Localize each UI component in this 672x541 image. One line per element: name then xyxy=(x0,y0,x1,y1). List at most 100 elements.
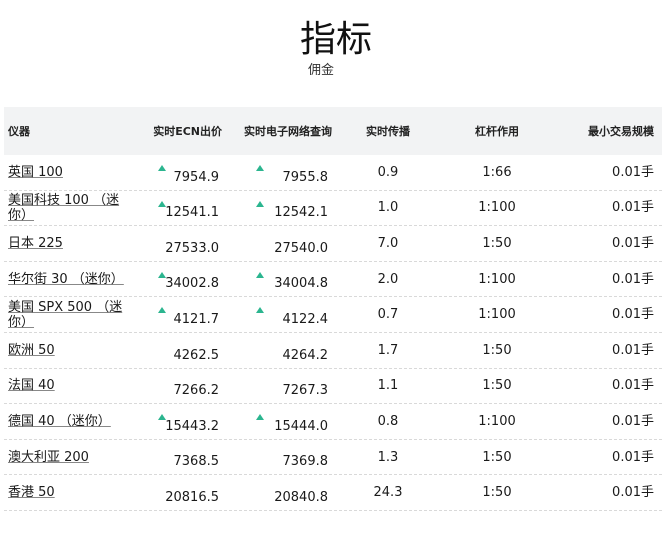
instrument-cell: 澳大利亚 200 xyxy=(4,450,134,465)
min-size-value: 0.01手 xyxy=(612,271,654,287)
instrument-link[interactable]: 澳大利亚 200 xyxy=(8,450,134,465)
min-size-value: 0.01手 xyxy=(612,342,654,358)
instrument-link[interactable]: 香港 50 xyxy=(8,485,134,500)
spread-value: 1.7 xyxy=(377,342,399,358)
min-size-value: 0.01手 xyxy=(612,235,654,251)
ask-cell: 15444.0 xyxy=(226,404,336,439)
instrument-cell: 美国科技 100 （迷你） xyxy=(4,193,134,223)
bid-cell: 7368.5 xyxy=(134,440,226,475)
instrument-link[interactable]: 华尔街 30 （迷你） xyxy=(8,272,134,287)
instrument-cell: 英国 100 xyxy=(4,165,134,180)
table-row: 日本 225 27533.0 27540.0 7.0 1:50 0.01手 xyxy=(4,226,662,262)
spread-value: 1.0 xyxy=(377,200,399,216)
instrument-link[interactable]: 英国 100 xyxy=(8,165,134,180)
bid-value: 4121.7 xyxy=(173,311,220,327)
up-arrow-icon xyxy=(158,165,166,171)
ask-cell: 12542.1 xyxy=(226,191,336,226)
bid-cell: 7954.9 xyxy=(134,155,226,190)
indices-table: 仪器 实时ECN出价 实时电子网络查询 实时传播 杠杆作用 最小交易规模 英国 … xyxy=(4,107,662,511)
spread-value: 1.3 xyxy=(377,449,399,465)
min-size-value: 0.01手 xyxy=(612,307,654,323)
col-header-ask: 实时电子网络查询 xyxy=(244,125,332,138)
instrument-link[interactable]: 欧洲 50 xyxy=(8,343,134,358)
table-row: 香港 50 20816.5 20840.8 24.3 1:50 0.01手 xyxy=(4,475,662,511)
instrument-cell: 日本 225 xyxy=(4,236,134,251)
ask-cell: 7955.8 xyxy=(226,155,336,190)
min-size-value: 0.01手 xyxy=(612,378,654,394)
leverage-value: 1:100 xyxy=(478,307,516,323)
bid-cell: 34002.8 xyxy=(134,262,226,297)
bid-cell: 12541.1 xyxy=(134,191,226,226)
instrument-link[interactable]: 德国 40 （迷你） xyxy=(8,414,134,429)
spread-value: 0.8 xyxy=(377,413,399,429)
bid-cell: 20816.5 xyxy=(134,475,226,510)
spread-value: 0.7 xyxy=(377,307,399,323)
table-row: 华尔街 30 （迷你） 34002.8 34004.8 2.0 1:100 0.01手 xyxy=(4,262,662,298)
leverage-value: 1:100 xyxy=(478,413,516,429)
ask-value: 15444.0 xyxy=(274,418,328,434)
up-arrow-icon xyxy=(256,414,264,421)
ask-value: 4122.4 xyxy=(282,311,329,327)
instrument-link[interactable]: 日本 225 xyxy=(8,236,134,251)
spread-value: 1.1 xyxy=(377,378,399,394)
leverage-value: 1:50 xyxy=(482,485,512,501)
table-row: 美国 SPX 500 （迷你） 4121.7 4122.4 0.7 1:100 0.01手 xyxy=(4,297,662,333)
bid-value: 12541.1 xyxy=(165,205,219,221)
ask-value: 34004.8 xyxy=(274,276,328,292)
instrument-link[interactable]: 法国 40 xyxy=(8,378,134,393)
ask-value: 7369.8 xyxy=(282,454,329,470)
col-header-bid: 实时ECN出价 xyxy=(153,125,222,138)
min-size-value: 0.01手 xyxy=(612,413,654,429)
up-arrow-icon xyxy=(256,271,264,278)
min-size-value: 0.01手 xyxy=(612,449,654,465)
ask-value: 7955.8 xyxy=(282,169,329,185)
up-arrow-icon xyxy=(158,307,166,314)
leverage-value: 1:66 xyxy=(482,164,512,180)
table-row: 德国 40 （迷你） 15443.2 15444.0 0.8 1:100 0.01手 xyxy=(4,404,662,440)
ask-cell: 27540.0 xyxy=(226,226,336,261)
table-row: 美国科技 100 （迷你） 12541.1 12542.1 1.0 1:100 0.01手 xyxy=(4,191,662,227)
ask-cell: 7267.3 xyxy=(226,369,336,404)
bid-value: 7368.5 xyxy=(173,454,220,470)
table-row: 欧洲 50 4262.5 4264.2 1.7 1:50 0.01手 xyxy=(4,333,662,369)
up-arrow-icon xyxy=(256,200,264,207)
bid-value: 27533.0 xyxy=(165,240,219,256)
bid-value: 20816.5 xyxy=(165,489,219,505)
page-subtitle: 佣金 xyxy=(308,63,335,78)
spread-value: 2.0 xyxy=(377,271,399,287)
page-title: 指标 xyxy=(299,19,372,60)
instrument-cell: 德国 40 （迷你） xyxy=(4,414,134,429)
bid-cell: 4262.5 xyxy=(134,333,226,368)
leverage-value: 1:50 xyxy=(482,378,512,394)
ask-value: 27540.0 xyxy=(274,240,328,256)
col-header-min-size: 最小交易规模 xyxy=(588,125,654,138)
leverage-value: 1:50 xyxy=(482,342,512,358)
instrument-cell: 法国 40 xyxy=(4,378,134,393)
ask-value: 7267.3 xyxy=(282,383,329,399)
instrument-cell: 美国 SPX 500 （迷你） xyxy=(4,300,134,330)
up-arrow-icon xyxy=(256,165,264,171)
bid-cell: 4121.7 xyxy=(134,297,226,332)
spread-value: 0.9 xyxy=(377,164,399,180)
bid-value: 7266.2 xyxy=(173,383,220,399)
leverage-value: 1:50 xyxy=(482,235,512,251)
up-arrow-icon xyxy=(256,307,264,314)
leverage-value: 1:50 xyxy=(482,449,512,465)
leverage-value: 1:100 xyxy=(478,200,516,216)
table-row: 英国 100 7954.9 7955.8 0.9 1:66 0.01手 xyxy=(4,155,662,191)
min-size-value: 0.01手 xyxy=(612,164,654,180)
min-size-value: 0.01手 xyxy=(612,485,654,501)
instrument-link[interactable]: 美国 SPX 500 （迷你） xyxy=(8,300,134,330)
bid-value: 34002.8 xyxy=(165,276,219,292)
table-row: 澳大利亚 200 7368.5 7369.8 1.3 1:50 0.01手 xyxy=(4,440,662,476)
ask-value: 20840.8 xyxy=(274,489,328,505)
bid-value: 4262.5 xyxy=(173,347,220,363)
ask-cell: 4264.2 xyxy=(226,333,336,368)
instrument-cell: 华尔街 30 （迷你） xyxy=(4,272,134,287)
min-size-value: 0.01手 xyxy=(612,200,654,216)
instrument-link[interactable]: 美国科技 100 （迷你） xyxy=(8,193,134,223)
instrument-cell: 香港 50 xyxy=(4,485,134,500)
col-header-leverage: 杠杆作用 xyxy=(475,125,519,138)
ask-cell: 7369.8 xyxy=(226,440,336,475)
spread-value: 24.3 xyxy=(373,485,403,501)
